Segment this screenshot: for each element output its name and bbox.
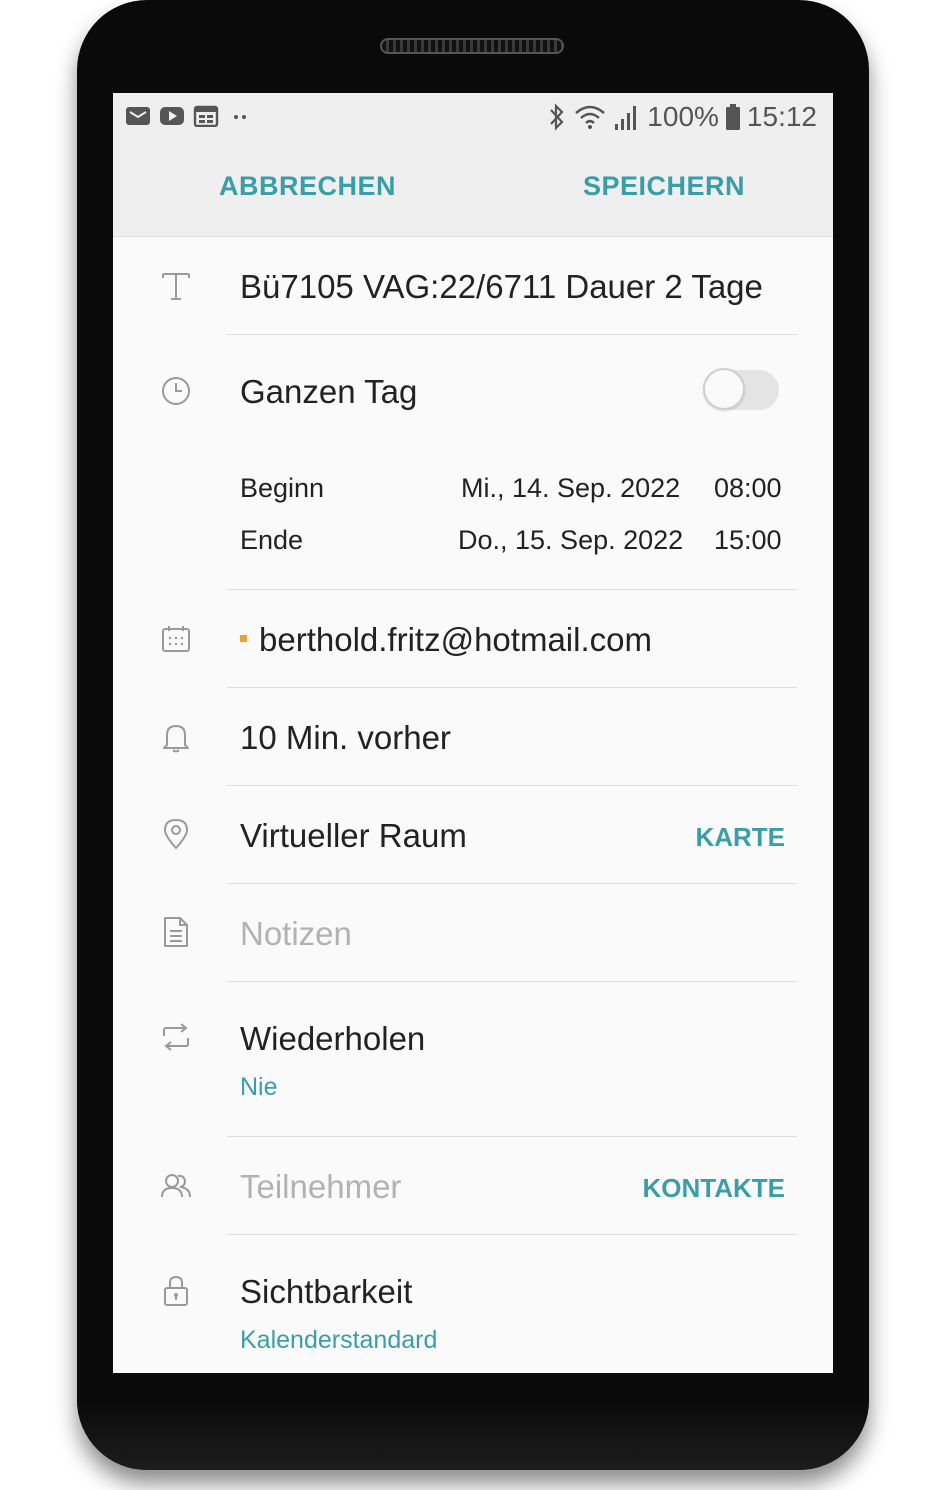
action-bar: ABBRECHEN SPEICHERN [113,143,833,237]
screen: 100% 15:12 ABBRECHEN SPEICHERN Bü7105 VA… [113,93,833,1373]
participants-input[interactable]: Teilnehmer [240,1168,401,1206]
map-button[interactable]: KARTE [695,822,785,853]
reminder-value[interactable]: 10 Min. vorher [240,719,451,757]
lock-icon [164,1275,188,1306]
clock: 15:12 [746,101,817,132]
signal-icon [615,106,637,130]
end-label: Ende [240,525,304,555]
visibility-value[interactable]: Kalenderstandard [240,1326,437,1355]
battery-percentage: 100% [647,101,719,132]
calendar-icon [162,626,190,652]
visibility-label[interactable]: Sichtbarkeit [240,1273,412,1311]
location-input[interactable]: Virtueller Raum [240,817,467,855]
end-time[interactable]: 15:00 [714,525,782,556]
title-icon [162,273,190,300]
status-bar: 100% 15:12 [113,93,833,143]
save-button[interactable]: SPEICHERN [583,171,745,202]
wifi-icon [575,105,606,129]
divider [227,334,797,335]
more-notifications-icon [234,115,246,119]
divider [227,785,797,786]
notification-icons [125,105,253,127]
start-time[interactable]: 08:00 [714,473,782,504]
calendar-icon [193,105,219,127]
calendar-color-dot [240,635,247,642]
bell-icon [163,725,189,753]
cancel-button[interactable]: ABBRECHEN [219,171,396,202]
event-title-input[interactable]: Bü7105 VAG:22/6711 Dauer 2 Tage [240,268,763,306]
notes-input[interactable]: Notizen [240,915,352,953]
repeat-value[interactable]: Nie [240,1073,278,1102]
system-status: 100% 15:12 [547,101,817,133]
start-date[interactable]: Mi., 14. Sep. 2022 [461,473,680,504]
toggle-knob [703,368,745,410]
phone-chin [77,1400,869,1470]
divider [227,883,797,884]
calendar-account[interactable]: berthold.fritz@hotmail.com [259,621,652,659]
repeat-icon [163,1023,189,1051]
divider [227,687,797,688]
divider [227,1136,797,1137]
mail-icon [126,107,150,125]
contacts-button[interactable]: KONTAKTE [642,1173,785,1204]
battery-icon [725,104,740,130]
bluetooth-icon [550,103,564,131]
divider [227,981,797,982]
all-day-label: Ganzen Tag [240,373,418,410]
all-day-toggle[interactable] [703,368,779,410]
repeat-label[interactable]: Wiederholen [240,1020,425,1058]
divider [227,1234,797,1235]
start-label: Beginn [240,473,325,503]
end-date[interactable]: Do., 15. Sep. 2022 [458,525,683,556]
divider [227,589,797,590]
clock-icon [162,377,190,405]
youtube-icon [160,107,184,125]
location-pin-icon [163,818,189,850]
speaker-grille [380,38,564,54]
participants-icon [161,1174,191,1198]
notes-icon [164,917,188,947]
